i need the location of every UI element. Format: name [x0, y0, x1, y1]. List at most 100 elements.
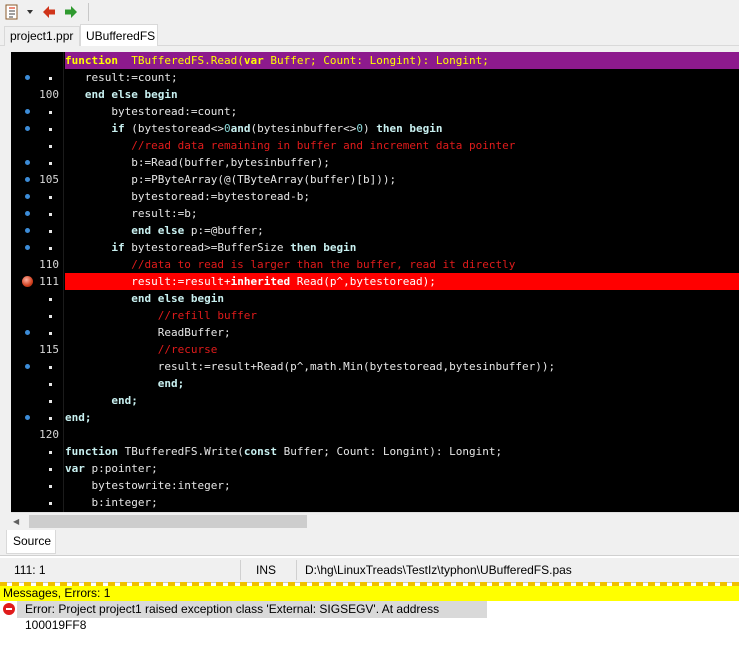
tab-ubufferedfs[interactable]: UBufferedFS: [80, 24, 158, 47]
scroll-left-icon[interactable]: ◀: [13, 517, 19, 526]
code-line[interactable]: bytestowrite:integer;: [65, 477, 739, 494]
code-line[interactable]: result:=b;: [65, 205, 739, 222]
code-token: bytestoread>=BufferSize: [124, 241, 291, 254]
gutter-line: [11, 494, 63, 511]
breakpoint-marker-icon[interactable]: [25, 126, 30, 131]
line-marker: [49, 298, 52, 301]
editor-tabs: project1.ppr UBufferedFS: [0, 24, 739, 47]
code-token: 0: [223, 122, 231, 135]
tab-project1[interactable]: project1.ppr: [4, 26, 80, 46]
gutter-line: [11, 137, 63, 154]
code-token: inherited: [230, 275, 291, 288]
code-token: const: [243, 445, 277, 458]
code-line[interactable]: //read data remaining in buffer and incr…: [65, 137, 739, 154]
code-line[interactable]: end;: [65, 375, 739, 392]
code-token: ): [363, 122, 377, 135]
gutter-line: [11, 392, 63, 409]
line-number: 120: [39, 428, 59, 441]
line-marker: [49, 400, 52, 403]
line-number: 105: [39, 173, 59, 186]
message-item[interactable]: Error: Project project1 raised exception…: [17, 601, 487, 632]
code-token: function: [65, 54, 118, 67]
code-token: b:integer;: [65, 496, 158, 509]
line-marker: [49, 247, 52, 250]
messages-panel: Error: Project project1 raised exception…: [0, 601, 739, 652]
gutter-line: 100: [11, 86, 63, 103]
gutter-line: [11, 120, 63, 137]
code-line[interactable]: ReadBuffer;: [65, 324, 739, 341]
code-line[interactable]: //refill buffer: [65, 307, 739, 324]
breakpoint-marker-icon[interactable]: [25, 177, 30, 182]
line-number: 111: [39, 275, 59, 288]
line-marker: [49, 162, 52, 165]
gutter-line: [11, 205, 63, 222]
gutter-line: [11, 307, 63, 324]
status-divider: [240, 560, 241, 580]
line-number: 100: [39, 88, 59, 101]
code-token: bytestoread:=count;: [65, 105, 238, 118]
line-marker: [49, 111, 52, 114]
breakpoint-marker-icon[interactable]: [25, 194, 30, 199]
code-line[interactable]: end else begin: [65, 290, 739, 307]
toolbar-separator: [88, 3, 89, 21]
code-line[interactable]: end;: [65, 392, 739, 409]
code-line[interactable]: b:integer;: [65, 494, 739, 511]
code-editor[interactable]: 100 105 110 111 115 120 function TBufferedFS.…: [11, 52, 739, 512]
code-area[interactable]: function TBufferedFS.Read(var Buffer; Co…: [65, 52, 739, 512]
code-line[interactable]: b:=Read(buffer,bytesinbuffer);: [65, 154, 739, 171]
code-token: result:=result+: [65, 275, 231, 288]
back-arrow-icon[interactable]: [40, 3, 58, 21]
code-line[interactable]: if bytestoread>=BufferSize then begin: [65, 239, 739, 256]
execution-point-icon: [22, 276, 33, 287]
code-line[interactable]: end;: [65, 409, 739, 426]
code-line[interactable]: result:=result+Read(p^,math.Min(bytestor…: [65, 358, 739, 375]
code-token: TBufferedFS.Write(: [117, 445, 244, 458]
breakpoint-marker-icon[interactable]: [25, 160, 30, 165]
code-line[interactable]: //data to read is larger than the buffer…: [65, 256, 739, 273]
gutter-line: 120: [11, 426, 63, 443]
code-line[interactable]: //recurse: [65, 341, 739, 358]
breakpoint-marker-icon[interactable]: [25, 75, 30, 80]
breakpoint-marker-icon[interactable]: [25, 109, 30, 114]
code-token: then begin: [376, 122, 443, 135]
code-token: (bytestoread<>: [124, 122, 224, 135]
code-token: p:=@buffer;: [184, 224, 264, 237]
breakpoint-marker-icon[interactable]: [25, 364, 30, 369]
gutter: 100 105 110 111 115 120: [11, 52, 63, 512]
breakpoint-marker-icon[interactable]: [25, 211, 30, 216]
list-icon[interactable]: [3, 3, 21, 21]
line-marker: [49, 315, 52, 318]
code-line[interactable]: result:=count;: [65, 69, 739, 86]
code-line[interactable]: [65, 426, 739, 443]
error-line[interactable]: result:=result+inherited Read(p^,bytesto…: [65, 273, 739, 290]
tab-source[interactable]: Source: [6, 530, 56, 554]
code-line[interactable]: bytestoread:=bytestoread-b;: [65, 188, 739, 205]
dropdown-icon[interactable]: [24, 3, 36, 21]
gutter-line: [11, 239, 63, 256]
code-token: function: [65, 445, 118, 458]
forward-arrow-icon[interactable]: [62, 3, 80, 21]
bottom-tabs: Source: [0, 530, 739, 556]
gutter-line: [11, 69, 63, 86]
horizontal-scrollbar[interactable]: ◀: [11, 512, 739, 529]
code-line[interactable]: end else p:=@buffer;: [65, 222, 739, 239]
file-path: D:\hg\LinuxTreads\TestIz\typhon\UBuffere…: [305, 563, 572, 577]
code-token: //refill buffer: [65, 309, 258, 322]
code-line[interactable]: if (bytestoread<>0and(bytesinbuffer<>0) …: [65, 120, 739, 137]
breakpoint-marker-icon[interactable]: [25, 228, 30, 233]
code-line[interactable]: var p:pointer;: [65, 460, 739, 477]
code-line[interactable]: bytestoread:=count;: [65, 103, 739, 120]
status-divider: [296, 560, 297, 580]
line-marker: [49, 451, 52, 454]
breakpoint-marker-icon[interactable]: [25, 330, 30, 335]
code-token: end else begin: [131, 292, 224, 305]
scrollbar-thumb[interactable]: [29, 515, 307, 528]
gutter-separator: [63, 52, 64, 512]
gutter-line: [11, 222, 63, 239]
current-function-line[interactable]: function TBufferedFS.Read(var Buffer; Co…: [65, 52, 739, 69]
code-line[interactable]: end else begin: [65, 86, 739, 103]
code-line[interactable]: p:=PByteArray(@(TByteArray(buffer)[b]));: [65, 171, 739, 188]
breakpoint-marker-icon[interactable]: [25, 415, 30, 420]
code-line[interactable]: function TBufferedFS.Write(const Buffer;…: [65, 443, 739, 460]
breakpoint-marker-icon[interactable]: [25, 245, 30, 250]
